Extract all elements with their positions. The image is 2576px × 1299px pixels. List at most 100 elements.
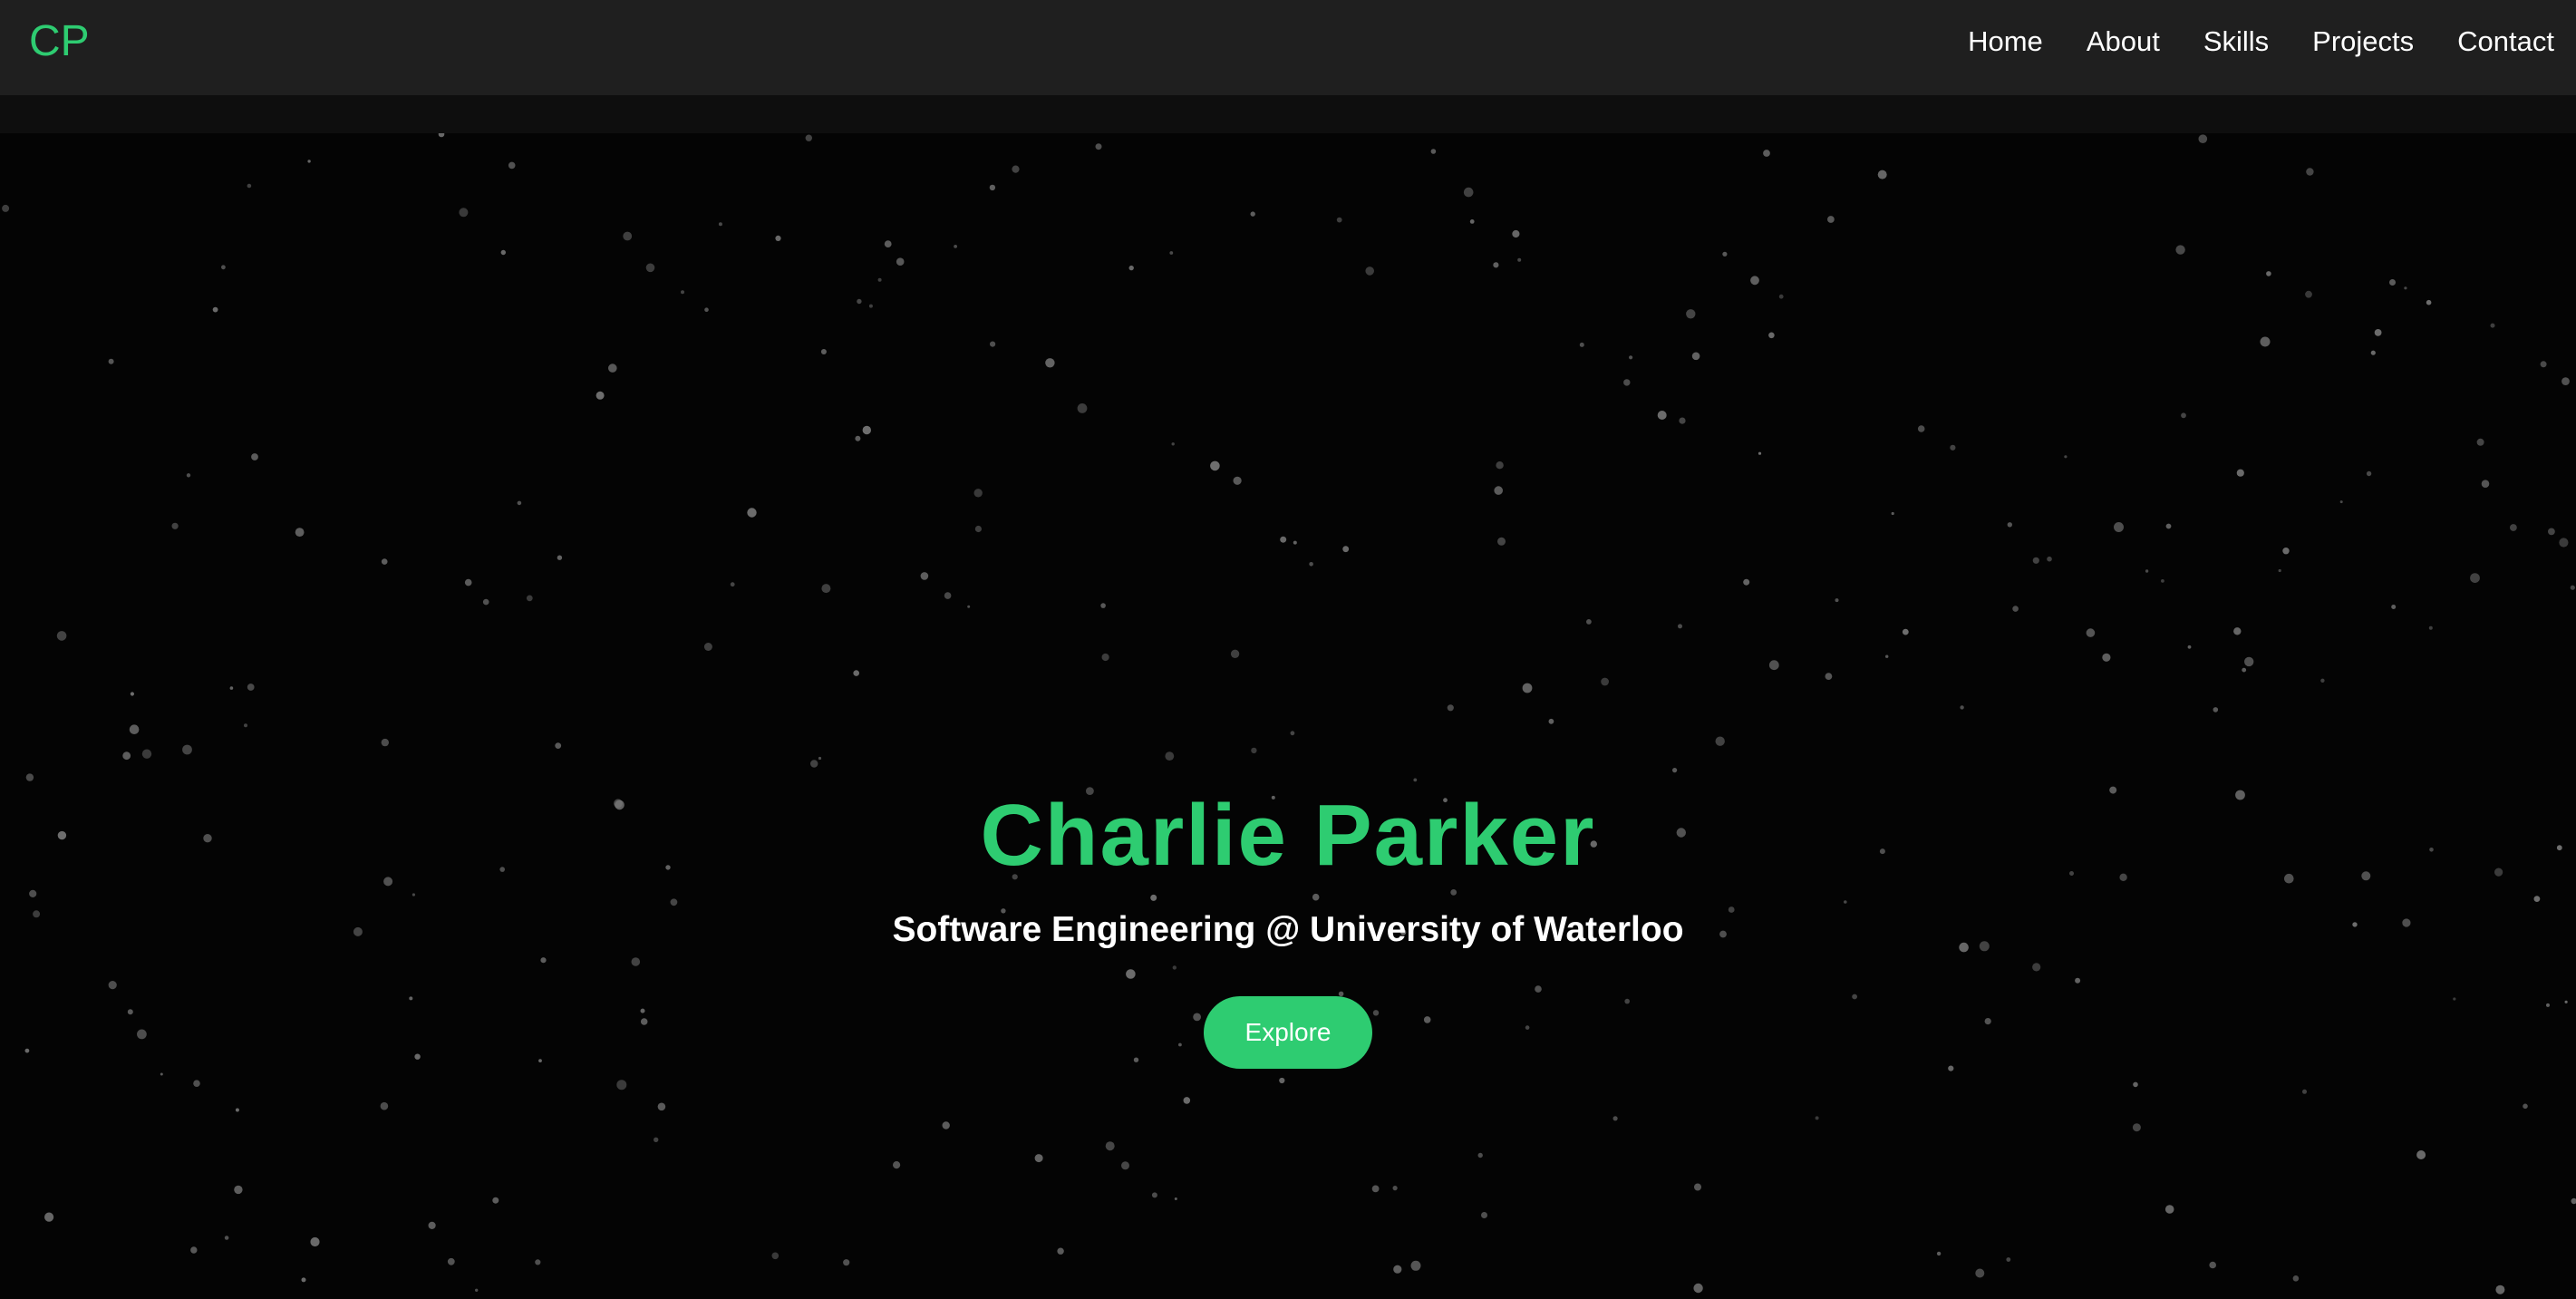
star-dot [2339, 500, 2343, 504]
star-dot [2510, 524, 2517, 531]
star-dot [818, 756, 822, 761]
star-dot [1251, 747, 1257, 754]
star-dot [1481, 1212, 1487, 1218]
logo-link[interactable]: CP [29, 13, 90, 71]
star-dot [229, 686, 234, 690]
star-dot [1365, 267, 1374, 276]
star-dot [129, 724, 140, 734]
star-dot [1827, 216, 1835, 223]
star-dot [224, 1236, 229, 1240]
star-dot [2548, 528, 2555, 536]
star-dot [247, 183, 252, 189]
star-dot [1750, 276, 1759, 286]
nav-link-about[interactable]: About [2087, 25, 2160, 58]
star-dot [1975, 1268, 1985, 1278]
star-dot [703, 643, 712, 651]
star-dot [2007, 522, 2012, 528]
star-dot [295, 528, 305, 537]
star-dot [2175, 245, 2185, 255]
star-dot [2006, 1257, 2011, 1262]
star-dot [718, 222, 722, 227]
star-dot [1413, 778, 1418, 782]
star-dot [1815, 1116, 1819, 1120]
star-dot [108, 358, 114, 364]
star-dot [1493, 262, 1499, 268]
star-dot [186, 473, 191, 478]
star-dot [1629, 355, 1633, 360]
star-dot [1290, 731, 1295, 736]
nav-link-projects[interactable]: Projects [2312, 25, 2414, 58]
star-dot [2213, 707, 2219, 713]
star-dot [1469, 219, 1475, 224]
star-dot [1230, 649, 1240, 658]
star-dot [1548, 718, 1554, 724]
star-dot [380, 1101, 389, 1110]
star-dot [2416, 1150, 2426, 1159]
nav-link-home[interactable]: Home [1968, 25, 2043, 58]
star-dot [508, 161, 516, 170]
star-dot [810, 760, 818, 768]
star-dot [843, 1259, 850, 1266]
star-dot [2320, 678, 2325, 683]
star-dot [25, 773, 34, 781]
star-dot [2481, 480, 2490, 488]
star-dot [1768, 332, 1775, 339]
star-dot [482, 598, 489, 606]
star-dot [2470, 573, 2480, 583]
star-dot [2391, 605, 2397, 609]
header-spacer [0, 95, 2576, 133]
star-dot [857, 298, 862, 305]
star-dot [1778, 294, 1784, 299]
star-dot [853, 670, 859, 676]
star-dot [1447, 704, 1454, 712]
star-dot [1496, 461, 1504, 470]
star-dot [234, 1185, 243, 1195]
star-dot [459, 208, 469, 218]
star-dot [2064, 455, 2068, 459]
star-dot [1430, 149, 1437, 154]
star-dot [2086, 628, 2096, 637]
star-dot [182, 744, 192, 755]
star-dot [1679, 417, 1686, 424]
star-dot [2114, 522, 2124, 532]
star-dot [1917, 425, 1925, 432]
explore-button[interactable]: Explore [1204, 996, 1372, 1069]
star-dot [190, 1246, 198, 1254]
star-dot [1477, 1152, 1483, 1158]
star-dot [301, 1277, 306, 1283]
star-dot [122, 751, 131, 761]
star-dot [1392, 1186, 1398, 1191]
star-dot [1586, 619, 1592, 625]
star-dot [893, 1161, 901, 1169]
star-dot [2209, 1261, 2216, 1269]
star-dot [1210, 460, 1220, 471]
star-dot [596, 391, 605, 400]
star-dot [251, 453, 258, 460]
star-dot [2571, 1197, 2576, 1205]
star-dot [56, 631, 67, 641]
star-dot [1623, 379, 1631, 386]
star-dot [942, 1121, 950, 1129]
star-dot [2260, 336, 2271, 347]
star-dot [2266, 271, 2271, 276]
nav-link-contact[interactable]: Contact [2457, 25, 2554, 58]
star-dot [2102, 653, 2111, 662]
star-dot [1100, 603, 1106, 608]
nav-link-skills[interactable]: Skills [2203, 25, 2269, 58]
star-dot [1825, 673, 1833, 680]
star-dot [990, 341, 996, 347]
star-dot [1012, 165, 1020, 173]
star-dot [1512, 229, 1520, 238]
star-dot [44, 1212, 54, 1222]
star-dot [447, 1257, 455, 1265]
star-dot [747, 508, 757, 518]
star-dot [1715, 736, 1725, 746]
star-dot [704, 307, 709, 312]
star-dot [608, 364, 617, 373]
star-dot [1105, 1141, 1115, 1151]
star-dot [1497, 537, 1506, 546]
star-dot [247, 683, 255, 691]
star-dot [645, 263, 655, 273]
star-dot [896, 257, 905, 266]
star-dot [1678, 624, 1682, 629]
